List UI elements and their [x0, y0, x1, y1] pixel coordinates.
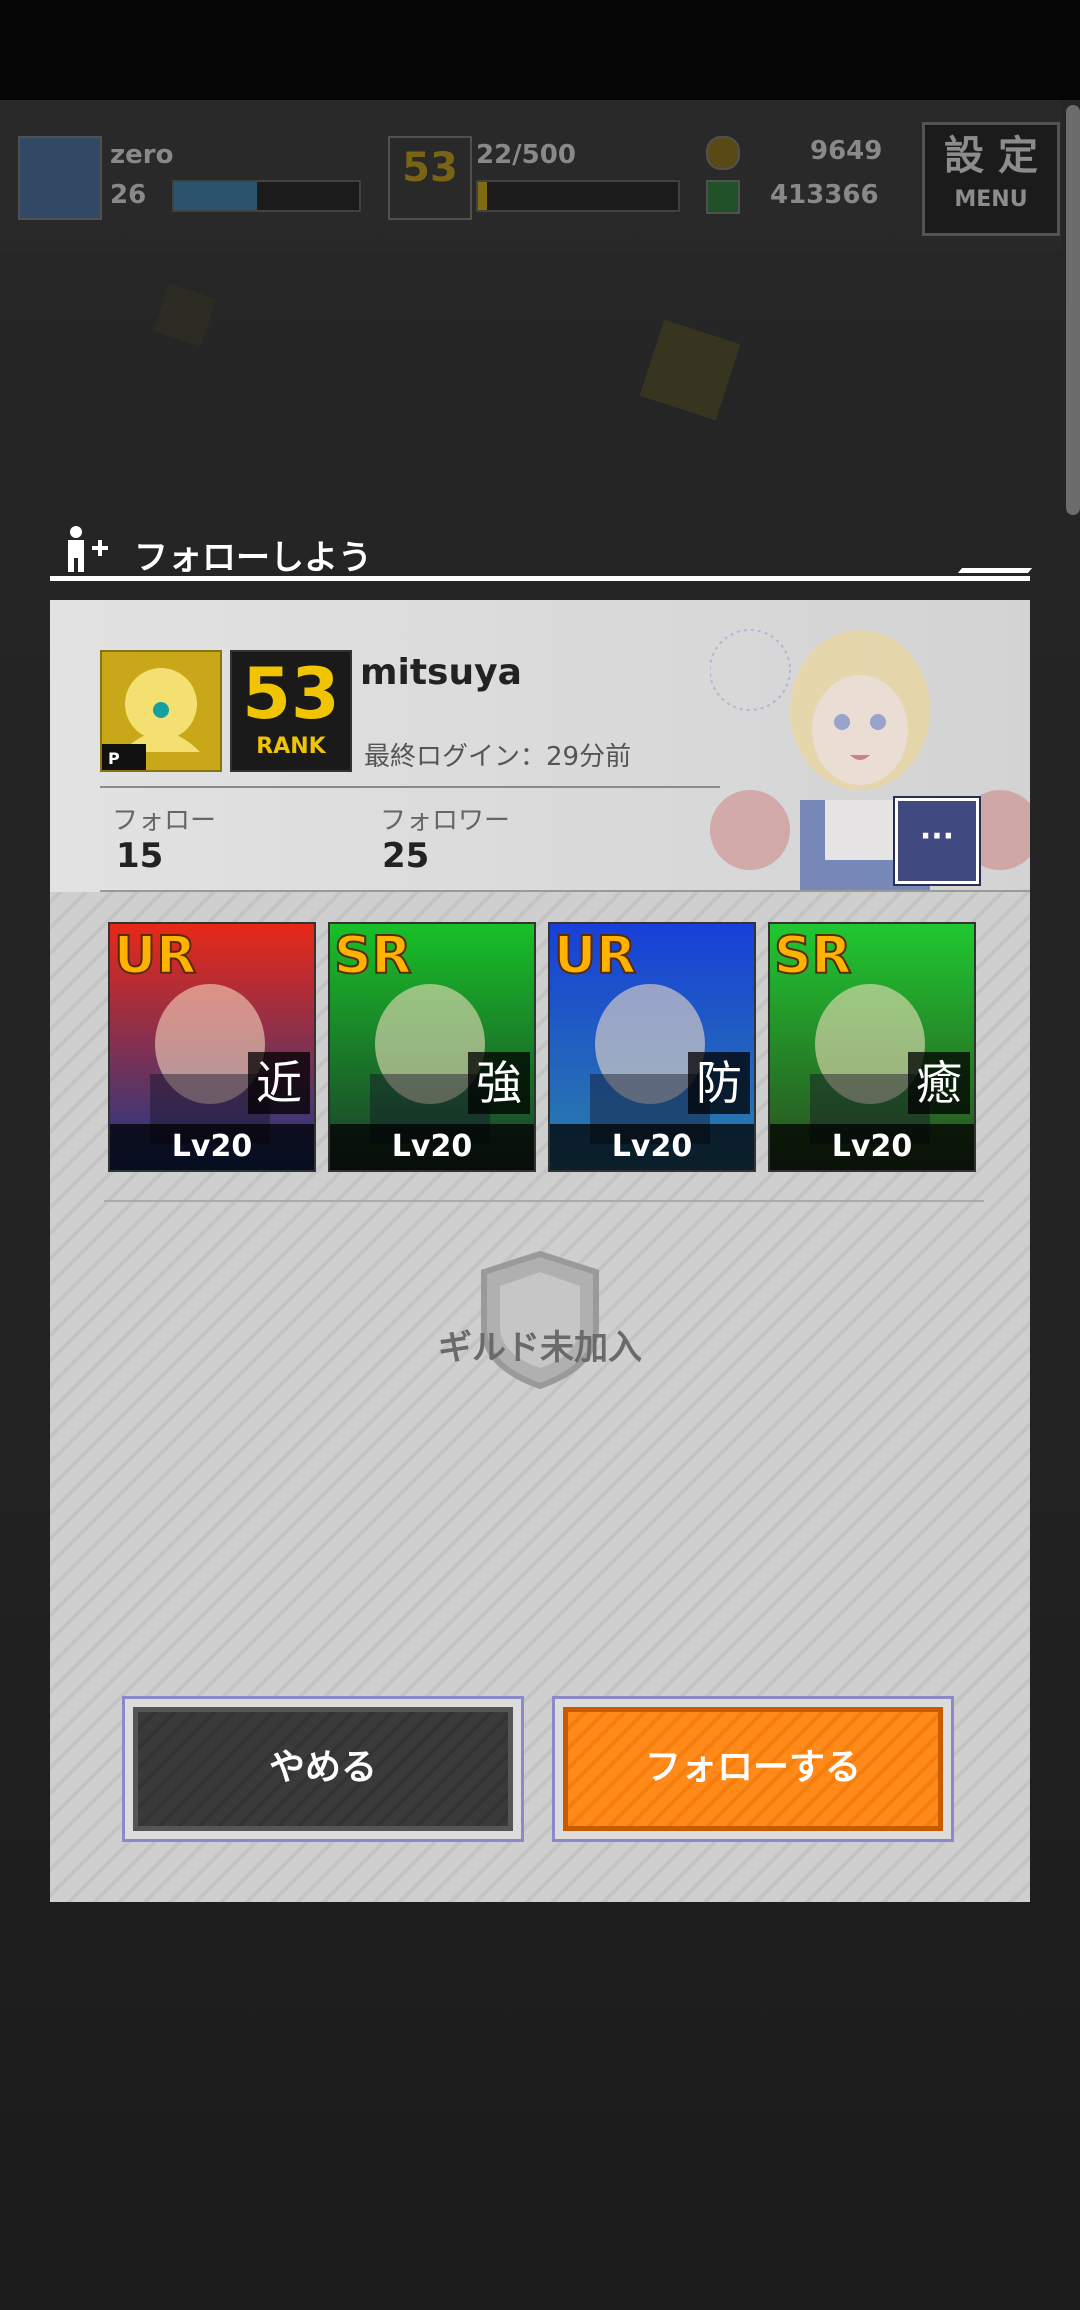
system-status-bar	[0, 0, 1080, 100]
player-level: 26	[110, 180, 147, 210]
level-progress-fill	[174, 182, 258, 210]
card-role: 防	[688, 1052, 750, 1114]
profile-divider	[100, 786, 720, 788]
stamina-bar	[476, 180, 680, 212]
dialog-header: フォローしよう	[50, 520, 1033, 581]
cards-divider	[104, 1200, 984, 1202]
player-name: zero	[110, 140, 174, 170]
card-role: 近	[248, 1052, 310, 1114]
card-level: Lv20	[770, 1124, 974, 1170]
green-currency-amount: 413366	[770, 180, 879, 210]
menu-button[interactable]: 設 定 MENU	[922, 122, 1060, 236]
follower-count: 25	[382, 836, 430, 876]
profile-character-art	[710, 629, 1030, 892]
gold-amount: 9649	[810, 136, 883, 166]
cancel-button[interactable]: やめる	[122, 1696, 524, 1842]
gem-icon	[706, 180, 740, 214]
character-card[interactable]: UR 近 Lv20	[108, 922, 316, 1172]
character-card[interactable]: SR 強 Lv20	[328, 922, 536, 1172]
follow-label: フォロー	[112, 806, 217, 836]
profile-card: P 53 RANK mitsuya 最終ログイン：29分前 フォロー 15 フォ…	[50, 600, 1030, 892]
guild-status-text: ギルド未加入	[438, 1328, 642, 1368]
card-role: 癒	[908, 1052, 970, 1114]
stamina-fill	[478, 182, 487, 210]
menu-sub: MENU	[954, 187, 1028, 212]
card-level: Lv20	[550, 1124, 754, 1170]
svg-text:P: P	[108, 749, 120, 768]
user-rank-label: RANK	[256, 734, 326, 759]
card-role: 強	[468, 1052, 530, 1114]
card-rarity: UR	[553, 925, 637, 987]
hud-rank-badge: 53	[388, 136, 472, 220]
user-avatar: P	[100, 650, 222, 772]
follow-button[interactable]: フォローする	[552, 1696, 954, 1842]
character-card[interactable]: UR 防 Lv20	[548, 922, 756, 1172]
follow-dialog-panel: P 53 RANK mitsuya 最終ログイン：29分前 フォロー 15 フォ…	[50, 600, 1030, 1902]
level-progress-bar	[172, 180, 361, 212]
hud-rank-value: 53	[402, 145, 458, 191]
title-underline	[50, 576, 1030, 581]
card-rarity: SR	[333, 925, 412, 987]
top-hud	[0, 100, 1062, 252]
card-level: Lv20	[330, 1124, 534, 1170]
player-avatar	[18, 136, 102, 220]
stamina-value: 22/500	[476, 140, 576, 170]
profile-bottom-line	[100, 890, 1030, 892]
card-rarity: SR	[773, 925, 852, 987]
scrollbar[interactable]	[1066, 105, 1080, 515]
coin-icon	[706, 136, 740, 170]
follow-count: 15	[116, 836, 164, 876]
user-rank-value: 53	[242, 653, 340, 735]
follower-label: フォロワー	[380, 806, 511, 836]
dialog-title: フォローしよう	[134, 538, 372, 578]
character-card[interactable]: SR 癒 Lv20	[768, 922, 976, 1172]
card-level: Lv20	[110, 1124, 314, 1170]
username: mitsuya	[360, 652, 522, 693]
guild-status-area: ギルド未加入	[50, 1250, 1030, 1430]
follow-button-label: フォローする	[563, 1707, 943, 1831]
more-options-button[interactable]: ···	[895, 798, 979, 884]
title-underline-accent	[957, 568, 1033, 573]
last-login: 最終ログイン：29分前	[364, 742, 632, 772]
cancel-button-label: やめる	[133, 1707, 513, 1831]
menu-title: 設 定	[944, 133, 1038, 179]
user-rank-badge: 53 RANK	[230, 650, 352, 772]
card-rarity: UR	[113, 925, 197, 987]
